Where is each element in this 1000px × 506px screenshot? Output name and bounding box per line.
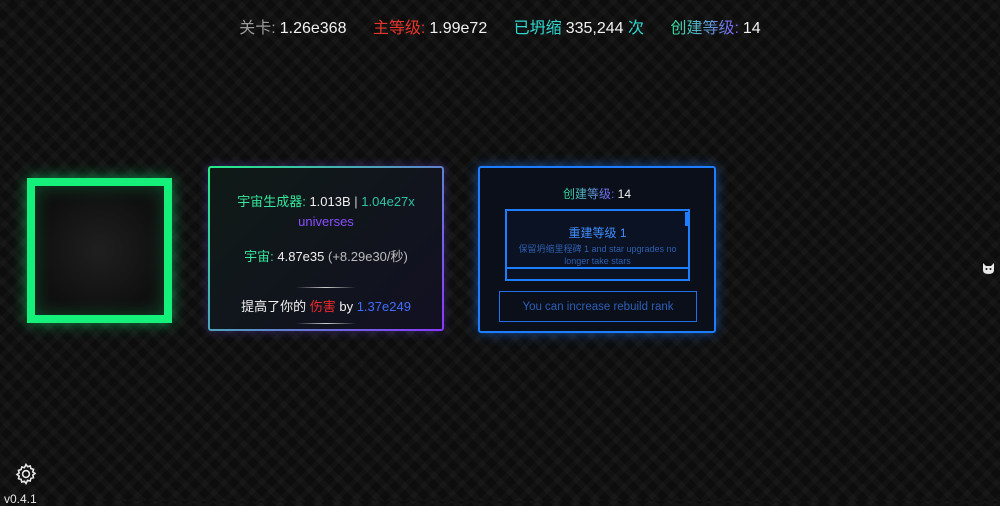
stat-level-label: 关卡:	[239, 20, 276, 37]
stat-collapsed-label: 已坍缩	[513, 20, 562, 37]
stats-bar: 关卡: 1.26e368 主等级: 1.99e72 已坍缩 335,244 次 创建等…	[0, 14, 1000, 38]
stat-creation-level-value: 14	[742, 20, 761, 37]
stat-creation-level: 创建等级: 14	[670, 20, 760, 37]
boost-damage: 伤害	[309, 299, 336, 314]
scrollbar[interactable]	[685, 212, 689, 226]
generator-label: 宇宙生成器:	[237, 194, 306, 209]
generator-separator: |	[354, 194, 358, 209]
boost-value: 1.37e249	[356, 299, 411, 314]
version-label: v0.4.1	[4, 492, 37, 506]
stat-main-level-value: 1.99e72	[429, 20, 488, 37]
collapse-square-button[interactable]	[27, 178, 172, 323]
boost-line: 提高了你的 伤害 by 1.37e249	[210, 296, 442, 315]
universe-label: 宇宙:	[244, 249, 274, 264]
divider	[296, 287, 356, 288]
stat-creation-level-label: 创建等级:	[670, 20, 739, 37]
universe-rate: (+8.29e30/秒)	[328, 249, 408, 264]
rebuild-title-label: 创建等级:	[562, 187, 615, 201]
rebuild-title-value: 14	[617, 187, 632, 201]
rebuild-title: 创建等级: 14	[480, 185, 714, 202]
rebuild-card: 创建等级: 14 重建等级 1 保留坍缩里程碑 1 and star upgra…	[478, 166, 716, 333]
rebuild-upgrade-list[interactable]: 重建等级 1 保留坍缩里程碑 1 and star upgrades no lo…	[505, 209, 690, 281]
generator-unit: universes	[298, 214, 354, 229]
stat-main-level: 主等级: 1.99e72	[373, 20, 492, 37]
stat-main-level-label: 主等级:	[372, 20, 426, 37]
gear-icon[interactable]	[14, 462, 38, 486]
divider	[296, 323, 356, 324]
generator-line: 宇宙生成器: 1.013B | 1.04e27x universes	[210, 192, 442, 232]
stat-collapsed-value: 335,244	[565, 20, 624, 37]
universe-value: 4.87e35	[277, 249, 325, 264]
universe-line: 宇宙: 4.87e35 (+8.29e30/秒)	[210, 246, 442, 265]
stat-level: 关卡: 1.26e368	[239, 20, 351, 37]
cat-icon[interactable]	[982, 262, 995, 275]
stat-level-value: 1.26e368	[279, 20, 347, 37]
stat-collapsed-unit: 次	[627, 20, 644, 37]
list-divider	[507, 267, 688, 269]
generator-multiplier: 1.04e27x	[361, 194, 415, 209]
upgrade-description: 保留坍缩里程碑 1 and star upgrades no longer ta…	[518, 244, 677, 266]
stat-collapsed: 已坍缩 335,244 次	[514, 20, 649, 37]
increase-rebuild-rank-button[interactable]: You can increase rebuild rank	[499, 291, 697, 322]
boost-prefix: 提高了你的	[241, 299, 307, 314]
list-item: 重建等级 1 保留坍缩里程碑 1 and star upgrades no lo…	[507, 224, 688, 267]
universe-card: 宇宙生成器: 1.013B | 1.04e27x universes 宇宙: 4…	[208, 166, 444, 331]
boost-by: by	[339, 299, 354, 314]
upgrade-title: 重建等级 1	[568, 226, 627, 240]
generator-value: 1.013B	[309, 194, 351, 209]
